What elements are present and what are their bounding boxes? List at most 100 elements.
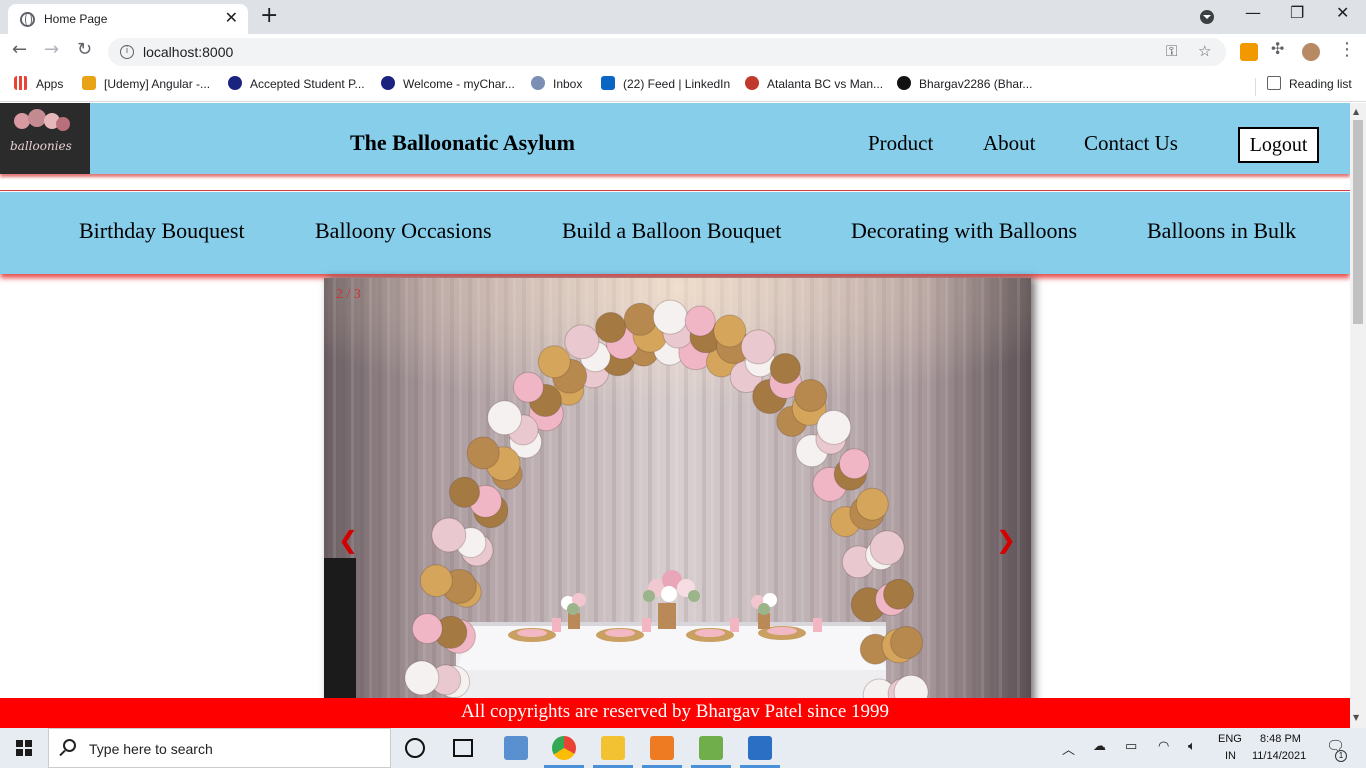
puzzle-icon[interactable]: ✣	[1271, 39, 1284, 58]
notepad-plus-icon[interactable]	[699, 736, 723, 760]
logo-balloon-icon	[56, 117, 70, 131]
bookmark-accepted-student[interactable]: Accepted Student P...	[228, 76, 365, 91]
bookmark-apps[interactable]: Apps	[14, 76, 63, 91]
clock-time[interactable]: 8:48 PM	[1260, 733, 1301, 745]
tab-search-icon[interactable]	[1200, 10, 1214, 24]
bookmark-star-icon[interactable]: ☆	[1198, 42, 1211, 60]
file-explorer-icon[interactable]	[601, 736, 625, 760]
clock-date[interactable]: 11/14/2021	[1252, 750, 1306, 762]
wifi-icon[interactable]: ◠	[1158, 739, 1169, 754]
arch-balloon	[595, 312, 627, 343]
tab-title: Home Page	[44, 12, 108, 26]
slide-counter: 2 / 3	[336, 287, 361, 302]
globe-icon	[20, 12, 35, 27]
category-balloons-in-bulk[interactable]: Balloons in Bulk	[1147, 218, 1296, 244]
chrome-icon[interactable]	[552, 736, 576, 760]
battery-icon[interactable]: ▭	[1125, 739, 1137, 754]
github-icon	[897, 76, 911, 90]
taskbar-search-box[interactable]: Type here to search	[48, 728, 391, 768]
mail-icon	[531, 76, 545, 90]
bookmark-github[interactable]: Bhargav2286 (Bhar...	[897, 76, 1032, 91]
arch-balloon	[652, 299, 688, 335]
computer-app-icon[interactable]	[504, 736, 528, 760]
volume-icon[interactable]: 🔈︎	[1188, 739, 1196, 754]
profile-avatar[interactable]	[1302, 43, 1320, 61]
extension-icon[interactable]	[1240, 43, 1258, 61]
nav-product[interactable]: Product	[868, 131, 933, 156]
site-footer: All copyrights are reserved by Bhargav P…	[0, 698, 1350, 728]
scroll-up-icon[interactable]: ▲	[1353, 107, 1359, 116]
page-scrollbar[interactable]: ▲ ▼	[1350, 103, 1366, 728]
key-icon[interactable]: ⚿	[1166, 42, 1177, 60]
back-icon[interactable]: ←	[12, 39, 27, 60]
bookmark-atalanta[interactable]: Atalanta BC vs Man...	[745, 76, 883, 91]
previous-slide-button[interactable]: ❮	[338, 526, 358, 554]
arch-balloon	[419, 564, 453, 598]
category-balloony-occasions[interactable]: Balloony Occasions	[315, 218, 492, 244]
arch-balloon	[404, 660, 440, 696]
restore-icon[interactable]: ❐	[1290, 3, 1304, 22]
nav-contact-us[interactable]: Contact Us	[1084, 131, 1178, 156]
arch-balloon	[769, 353, 801, 384]
arch-balloon	[816, 409, 852, 445]
arch-balloon	[537, 345, 571, 379]
reading-list-button[interactable]: Reading list	[1267, 76, 1352, 91]
site-header: balloonies The Balloonatic Asylum Produc…	[0, 103, 1350, 174]
search-icon	[63, 739, 76, 752]
language-indicator[interactable]: ENG	[1218, 733, 1242, 745]
bookmark-mychar[interactable]: Welcome - myChar...	[381, 76, 515, 91]
category-nav: Birthday Bouquest Balloony Occasions Bui…	[0, 192, 1350, 274]
bookmark-linkedin[interactable]: (22) Feed | LinkedIn	[601, 76, 730, 91]
menu-dots-icon[interactable]: ⋮	[1338, 39, 1356, 60]
nav-about[interactable]: About	[983, 131, 1036, 156]
site-info-icon[interactable]: i	[120, 45, 134, 59]
site-logo[interactable]: balloonies	[0, 103, 90, 174]
arch-balloon	[684, 305, 716, 337]
onedrive-icon[interactable]: ☁	[1093, 739, 1106, 754]
arch-balloon	[838, 448, 870, 480]
new-tab-button[interactable]: +	[260, 3, 278, 28]
close-tab-icon[interactable]: ✕	[225, 8, 238, 27]
bookmark-inbox[interactable]: Inbox	[531, 76, 582, 91]
arch-balloon	[713, 314, 747, 348]
windows-start-icon[interactable]	[16, 740, 32, 756]
xampp-icon[interactable]	[650, 736, 674, 760]
apps-grid-icon	[14, 76, 28, 90]
address-bar[interactable]: i localhost:8000 ⚿ ☆	[108, 38, 1226, 66]
arch-balloon	[794, 379, 828, 412]
tab-home-page[interactable]: Home Page ✕	[8, 4, 248, 34]
category-decorating-with-balloons[interactable]: Decorating with Balloons	[851, 218, 1077, 244]
powershell-icon[interactable]	[748, 736, 772, 760]
arch-balloon	[883, 578, 915, 610]
arch-balloon	[431, 517, 467, 553]
reading-list-icon	[1267, 76, 1281, 90]
next-slide-button[interactable]: ❯	[996, 526, 1016, 554]
minimize-icon[interactable]: —	[1245, 3, 1261, 22]
logo-text: balloonies	[10, 139, 72, 153]
page-viewport: balloonies The Balloonatic Asylum Produc…	[0, 103, 1350, 728]
category-build-a-balloon-bouquet[interactable]: Build a Balloon Bouquet	[562, 218, 781, 244]
cortana-icon[interactable]	[405, 738, 425, 758]
task-view-icon[interactable]	[453, 739, 473, 757]
scroll-thumb[interactable]	[1353, 120, 1363, 324]
close-window-icon[interactable]: ✕	[1336, 3, 1349, 22]
scroll-down-icon[interactable]: ▼	[1353, 713, 1359, 722]
arch-balloon	[449, 476, 480, 508]
bookmark-udemy[interactable]: [Udemy] Angular -...	[82, 76, 210, 91]
linkedin-icon	[601, 76, 615, 90]
chevron-up-icon[interactable]: ︿	[1062, 739, 1075, 758]
soccer-icon	[745, 76, 759, 90]
logout-button[interactable]: Logout	[1238, 127, 1319, 163]
windows-taskbar: Type here to search ︿ ☁ ▭ ◠ 🔈︎ ENG IN 8:…	[0, 728, 1366, 768]
arch-balloon	[466, 436, 500, 470]
reload-icon[interactable]: ↻	[77, 39, 92, 60]
slideshow: 2 / 3 ❮ ❯	[324, 278, 1031, 728]
bookmarks-bar: Apps [Udemy] Angular -... Accepted Stude…	[0, 70, 1366, 102]
divider	[0, 190, 1350, 191]
region-indicator[interactable]: IN	[1225, 750, 1236, 762]
url-text: localhost:8000	[143, 44, 234, 60]
balloon-arch-photo	[324, 278, 1031, 728]
forward-icon[interactable]: →	[44, 39, 59, 60]
arch-balloon	[564, 324, 600, 360]
category-birthday-bouquest[interactable]: Birthday Bouquest	[79, 218, 245, 244]
